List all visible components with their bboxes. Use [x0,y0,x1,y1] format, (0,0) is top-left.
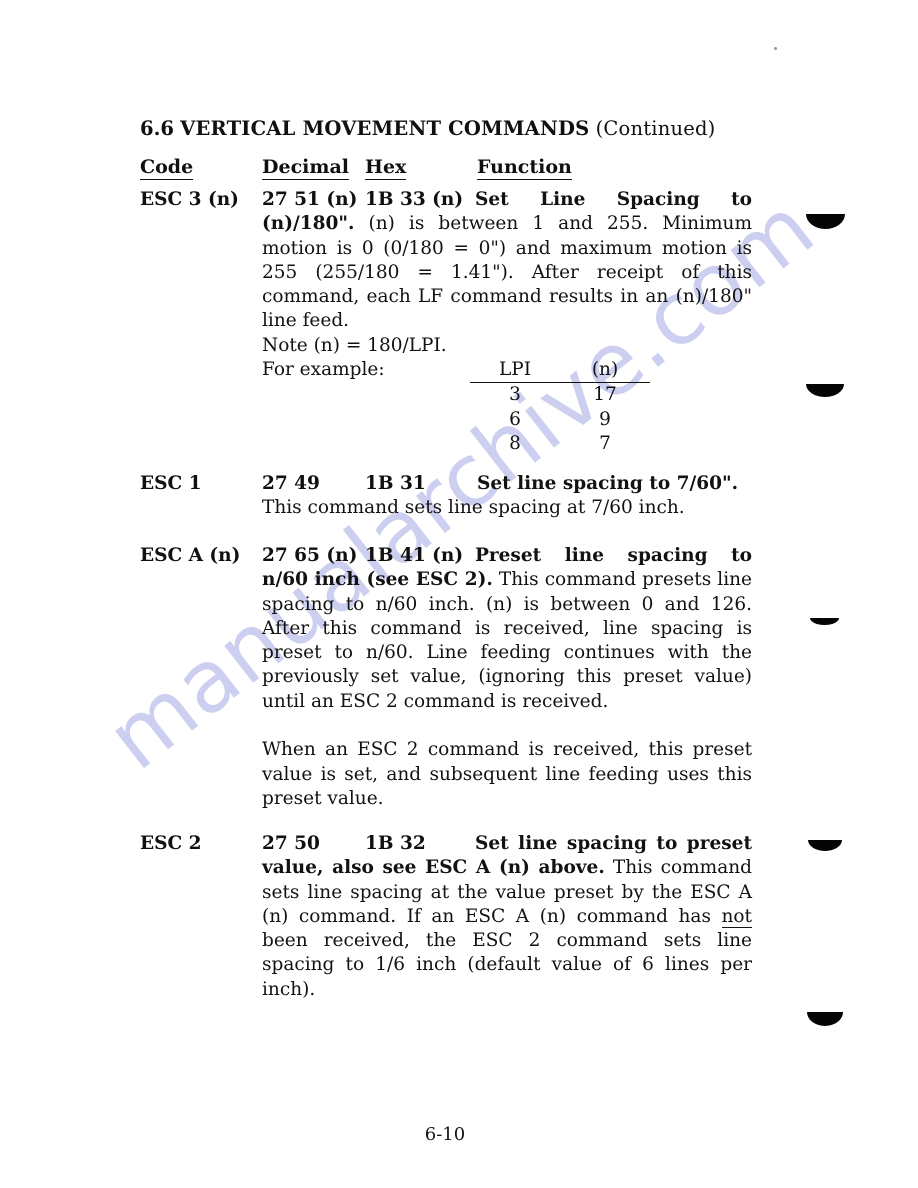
page-content: 6.6 VERTICAL MOVEMENT COMMANDS (Continue… [0,0,918,1188]
lpi-table: LPI (n) 3 17 6 9 8 7 [470,358,650,456]
column-header-code: Code [140,156,194,180]
command-description-rest-b: been received, the ESC 2 command sets li… [262,930,752,1000]
command-description-bold: Set line spacing to 7/60". [477,473,739,494]
lpi-value: 3 [509,384,521,406]
column-header-decimal-label: Decimal [262,156,349,180]
n-value: 7 [599,432,611,454]
first-line-indent-spacer [262,188,475,212]
page-number: 6-10 [0,1124,918,1145]
command-description-paragraph-2: When an ESC 2 command is received, this … [262,739,752,809]
table-row: 6 9 [470,408,650,432]
command-description-bold-wrap: Set line spacing to 7/60". [477,472,752,496]
page-number-label: 6-10 [424,1124,466,1145]
lpi-value: 8 [509,432,521,454]
command-description-rest: This command sets line spacing at 7/60 i… [262,497,685,519]
command-description: Preset line spacing to n/60 inch (see ES… [262,544,752,714]
n-value: 17 [593,384,617,406]
command-code: ESC 1 [140,473,202,494]
command-code: ESC 3 (n) [140,189,239,210]
example-label: For example: [262,359,385,381]
column-header-decimal: Decimal [262,156,349,180]
command-description-emphasis: not [721,905,752,928]
first-line-indent-spacer [262,832,475,856]
command-description-rest: This command presets line spacing to n/6… [262,569,752,712]
command-code: ESC A (n) [140,545,241,566]
command-decimal: 27 49 [262,473,320,494]
column-header-function: Function [477,156,572,180]
command-hex: 1B 31 [365,473,426,494]
page-title: 6.6 VERTICAL MOVEMENT COMMANDS (Continue… [140,117,715,140]
command-note: Note (n) = 180/LPI. [262,334,447,356]
table-row: 8 7 [470,432,650,456]
command-code: ESC 2 [140,833,202,854]
lpi-value: 6 [509,408,521,430]
lpi-header: LPI [470,358,560,384]
section-continued-label: (Continued) [595,117,716,140]
column-header-hex: Hex [365,156,407,180]
section-number: 6.6 [140,117,174,140]
n-header: (n) [560,358,650,384]
n-value: 9 [599,408,611,430]
first-line-indent-spacer [262,544,475,568]
column-header-hex-label: Hex [365,156,407,180]
command-description: Set line spacing to preset value, also s… [262,832,752,1002]
table-row-header: LPI (n) [470,358,650,384]
section-title: VERTICAL MOVEMENT COMMANDS [180,117,590,140]
table-row: 3 17 [470,383,650,408]
scanned-manual-page: manualarchive.com 6.6 VERTICAL MOVEMENT … [0,0,918,1188]
column-header-code-label: Code [140,156,194,180]
lpi-example-table: LPI (n) 3 17 6 9 8 7 [470,358,650,456]
command-description: Set Line Spacing to (n)/180". (n) is bet… [262,188,752,334]
column-header-function-label: Function [477,156,572,180]
